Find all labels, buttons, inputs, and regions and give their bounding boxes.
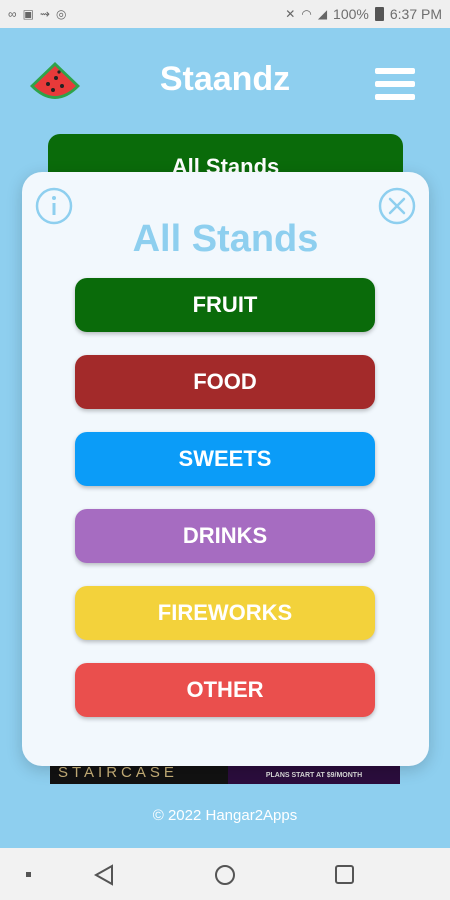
wifi-icon: ◠ (301, 7, 312, 21)
category-sweets-button[interactable]: SWEETS (75, 432, 375, 486)
home-icon[interactable] (215, 865, 235, 885)
hamburger-menu-icon[interactable] (375, 68, 417, 100)
nav-icons (26, 864, 354, 886)
category-fruit-button[interactable]: FRUIT (75, 278, 375, 332)
battery-percent: 100% (333, 6, 369, 22)
modal-title: All Stands (132, 218, 319, 260)
image-icon: ▣ (22, 7, 34, 21)
app-header: Staandz (0, 28, 450, 138)
status-left: ∞ ▣ ⇝ ◎ (8, 7, 66, 21)
status-bar: ∞ ▣ ⇝ ◎ ✕ ◠ ◢ 100% 6:37 PM (0, 0, 450, 28)
category-food-button[interactable]: FOOD (75, 355, 375, 409)
recents-icon[interactable] (335, 865, 354, 884)
voicemail-icon: ∞ (8, 7, 17, 21)
category-fireworks-button[interactable]: FIREWORKS (75, 586, 375, 640)
clock: 6:37 PM (389, 6, 442, 22)
signal-icon: ◢ (317, 7, 328, 21)
categories-modal: All Stands FRUIT FOOD SWEETS DRINKS FIRE… (22, 172, 429, 766)
category-drinks-button[interactable]: DRINKS (75, 509, 375, 563)
category-other-button[interactable]: OTHER (75, 663, 375, 717)
system-nav-bar (0, 848, 450, 900)
battery-icon (374, 7, 384, 21)
usb-icon: ⇝ (39, 7, 50, 21)
nav-dot-icon (26, 872, 31, 877)
mute-icon: ✕ (285, 7, 296, 21)
sync-icon: ◎ (55, 7, 67, 21)
status-right: ✕ ◠ ◢ 100% 6:37 PM (285, 6, 442, 22)
copyright-footer: © 2022 Hangar2Apps (152, 807, 298, 824)
back-icon[interactable] (93, 864, 113, 886)
